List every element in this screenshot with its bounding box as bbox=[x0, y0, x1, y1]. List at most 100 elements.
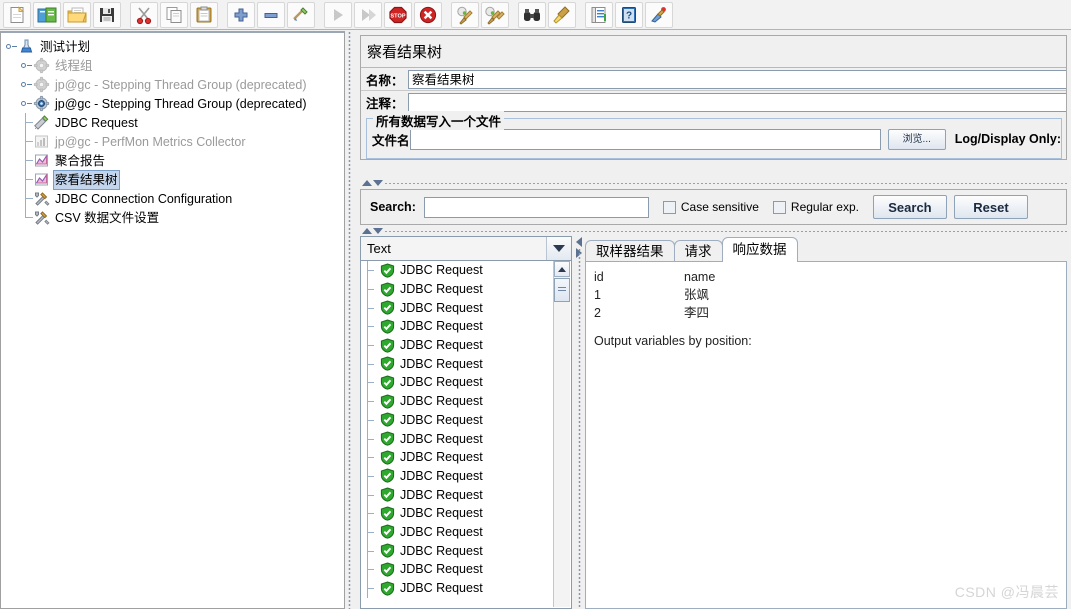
test-plan-tree-pane[interactable]: 测试计划 线程组 jp@gc - Stepping Thread Group (… bbox=[0, 31, 345, 609]
split-collapse-left-icon[interactable] bbox=[576, 237, 582, 247]
filename-input[interactable] bbox=[410, 128, 881, 150]
tree-node-stepping-thread-group-1[interactable]: jp@gc - Stepping Thread Group (deprecate… bbox=[3, 75, 344, 94]
case-sensitive-checkbox[interactable] bbox=[662, 200, 676, 214]
renderer-select[interactable]: Text bbox=[360, 236, 572, 261]
tree-expander-icon[interactable] bbox=[18, 75, 33, 94]
scrollbar-thumb[interactable] bbox=[554, 278, 570, 302]
list-item[interactable]: JDBC Request bbox=[361, 410, 571, 430]
toggle-icon[interactable] bbox=[287, 1, 315, 28]
list-item[interactable]: JDBC Request bbox=[361, 448, 571, 468]
success-shield-icon bbox=[380, 300, 395, 315]
start-no-timers-icon[interactable] bbox=[354, 1, 382, 28]
list-item[interactable]: JDBC Request bbox=[361, 280, 571, 300]
split-collapse-down-icon[interactable] bbox=[373, 180, 383, 186]
list-item[interactable]: JDBC Request bbox=[361, 579, 571, 599]
regular-exp-checkbox-wrap[interactable]: Regular exp. bbox=[772, 200, 859, 214]
copy-icon[interactable] bbox=[160, 1, 188, 28]
tree-node-csv-dataset-config[interactable]: CSV 数据文件设置 bbox=[3, 208, 344, 227]
name-input[interactable]: 察看结果树 bbox=[408, 69, 1066, 89]
list-item-label: JDBC Request bbox=[400, 300, 483, 315]
view-results-tree-icon bbox=[33, 171, 50, 188]
tree-node-test-plan[interactable]: 测试计划 bbox=[3, 37, 344, 56]
search-binoculars-icon[interactable] bbox=[518, 1, 546, 28]
list-item[interactable]: JDBC Request bbox=[361, 429, 571, 449]
open-folder-icon[interactable] bbox=[63, 1, 91, 28]
reset-button[interactable]: Reset bbox=[953, 195, 1028, 219]
list-item[interactable]: JDBC Request bbox=[361, 522, 571, 542]
undo-redo-icon[interactable] bbox=[645, 1, 673, 28]
success-shield-icon bbox=[380, 562, 395, 577]
cut-scissors-icon[interactable] bbox=[130, 1, 158, 28]
regular-exp-checkbox[interactable] bbox=[772, 200, 786, 214]
case-sensitive-checkbox-wrap[interactable]: Case sensitive bbox=[662, 200, 759, 214]
split-collapse-down-icon[interactable] bbox=[373, 228, 383, 234]
list-item[interactable]: JDBC Request bbox=[361, 336, 571, 356]
comment-input[interactable] bbox=[408, 92, 1066, 112]
reset-search-broom-icon[interactable] bbox=[548, 1, 576, 28]
list-item[interactable]: JDBC Request bbox=[361, 373, 571, 393]
tree-expander-icon[interactable] bbox=[18, 94, 33, 113]
chevron-down-icon[interactable] bbox=[546, 237, 571, 260]
tree-expander-icon[interactable] bbox=[18, 56, 33, 75]
list-item[interactable]: JDBC Request bbox=[361, 504, 571, 524]
tree-expander-icon[interactable] bbox=[3, 37, 18, 56]
tree-node-perfmon-collector[interactable]: jp@gc - PerfMon Metrics Collector bbox=[3, 132, 344, 151]
thread-group-icon bbox=[33, 57, 50, 74]
tab-response-data[interactable]: 响应数据 bbox=[721, 237, 798, 262]
list-item[interactable]: JDBC Request bbox=[361, 466, 571, 486]
response-cell-name: 张飒 bbox=[684, 288, 710, 302]
clear-icon[interactable] bbox=[451, 1, 479, 28]
save-icon[interactable] bbox=[93, 1, 121, 28]
main-split-divider[interactable] bbox=[345, 31, 356, 609]
new-file-icon[interactable] bbox=[3, 1, 31, 28]
response-data-panel[interactable]: id name 1 张飒 2 李四 Output variables by posit… bbox=[585, 261, 1067, 609]
tree-node-label: 察看结果树 bbox=[53, 169, 120, 190]
regular-exp-label: Regular exp. bbox=[790, 200, 859, 214]
config-search-split-divider[interactable] bbox=[358, 179, 1067, 188]
paste-clipboard-icon[interactable] bbox=[190, 1, 218, 28]
tree-node-label: jp@gc - Stepping Thread Group (deprecate… bbox=[55, 96, 307, 111]
list-item[interactable]: JDBC Request bbox=[361, 298, 571, 318]
tree-node-label: 聚合报告 bbox=[55, 153, 106, 168]
results-detail-split-divider[interactable] bbox=[574, 236, 585, 609]
search-input[interactable] bbox=[423, 196, 649, 218]
test-plan-tree[interactable]: 测试计划 线程组 jp@gc - Stepping Thread Group (… bbox=[1, 33, 344, 227]
scroll-up-button[interactable] bbox=[554, 261, 570, 277]
success-shield-icon bbox=[380, 581, 395, 596]
search-button[interactable]: Search bbox=[872, 195, 947, 219]
search-results-split-divider[interactable] bbox=[358, 227, 1067, 236]
list-item[interactable]: JDBC Request bbox=[361, 485, 571, 505]
sampler-results-list[interactable]: JDBC Request JDBC Request JDBC Request J… bbox=[360, 261, 572, 609]
shutdown-icon[interactable] bbox=[414, 1, 442, 28]
name-field-row: 名称： 察看结果树 bbox=[361, 68, 1066, 91]
list-item[interactable]: JDBC Request bbox=[361, 261, 571, 281]
expand-plus-icon[interactable] bbox=[227, 1, 255, 28]
collapse-minus-icon[interactable] bbox=[257, 1, 285, 28]
tab-sampler-result[interactable]: 取样器结果 bbox=[585, 240, 675, 262]
list-item[interactable]: JDBC Request bbox=[361, 392, 571, 412]
list-item[interactable]: JDBC Request bbox=[361, 354, 571, 374]
success-shield-icon bbox=[380, 412, 395, 428]
list-item[interactable]: JDBC Request bbox=[361, 317, 571, 337]
help-book-icon[interactable]: ? bbox=[615, 1, 643, 28]
browse-button[interactable]: 浏览... bbox=[887, 128, 946, 150]
page-title: 察看结果树 bbox=[361, 36, 1066, 68]
start-play-icon[interactable] bbox=[324, 1, 352, 28]
list-item[interactable]: JDBC Request bbox=[361, 541, 571, 561]
tree-node-thread-group[interactable]: 线程组 bbox=[3, 56, 344, 75]
tree-node-jdbc-connection-configuration[interactable]: JDBC Connection Configuration bbox=[3, 189, 344, 208]
tab-request[interactable]: 请求 bbox=[673, 240, 723, 262]
split-grip bbox=[384, 182, 1067, 185]
tree-node-view-results-tree[interactable]: 察看结果树 bbox=[3, 169, 344, 190]
stop-icon[interactable]: STOP bbox=[384, 1, 412, 28]
list-item[interactable]: JDBC Request bbox=[361, 560, 571, 580]
tree-node-stepping-thread-group-2[interactable]: jp@gc - Stepping Thread Group (deprecate… bbox=[3, 94, 344, 113]
results-list-scrollbar[interactable] bbox=[553, 261, 570, 607]
tree-node-jdbc-request[interactable]: JDBC Request bbox=[3, 113, 344, 132]
tree-node-aggregate-report[interactable]: 聚合报告 bbox=[3, 151, 344, 170]
function-helper-icon[interactable] bbox=[585, 1, 613, 28]
clear-all-icon[interactable] bbox=[481, 1, 509, 28]
templates-icon[interactable] bbox=[33, 1, 61, 28]
split-collapse-up-icon[interactable] bbox=[362, 228, 372, 234]
split-collapse-up-icon[interactable] bbox=[362, 180, 372, 186]
